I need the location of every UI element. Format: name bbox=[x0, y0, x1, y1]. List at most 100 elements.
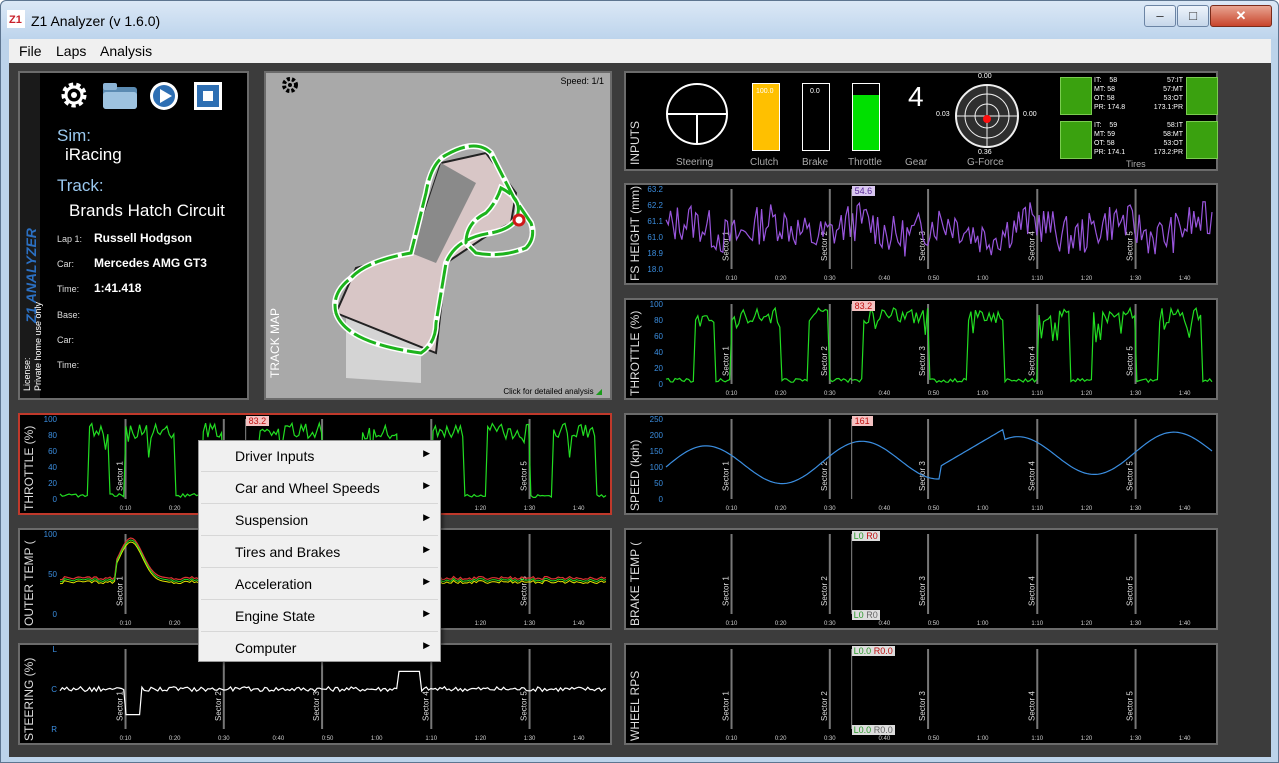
analysis-hint[interactable]: Click for detailed analysis ◢ bbox=[503, 387, 602, 396]
session-info-panel: Z1 ANALYZER License:Private home use onl… bbox=[18, 71, 249, 400]
minimize-button[interactable]: – bbox=[1144, 5, 1176, 27]
y-tick-label: 20 bbox=[48, 479, 57, 488]
car-position-marker bbox=[512, 213, 526, 227]
left-right-badge-bottom: L0.0 R0.0 bbox=[851, 725, 895, 735]
x-tick-label: 1:20 bbox=[1081, 736, 1093, 742]
x-tick-label: 0:30 bbox=[824, 621, 836, 627]
menu-computer[interactable]: Computer ▶ bbox=[201, 633, 438, 663]
track-settings-gear-icon[interactable] bbox=[280, 75, 300, 95]
steering-wheel-icon bbox=[666, 83, 728, 145]
chart-plot[interactable]: 100 80 60 40 20 0 Sector 1 Sector 2 Sector 3 Sect… bbox=[626, 300, 1216, 398]
sector-label: Sector 5 bbox=[520, 461, 529, 491]
track-map-panel[interactable]: TRACK MAP Speed: 1/1 Click for detailed … bbox=[264, 71, 612, 400]
x-tick-label: 1:40 bbox=[573, 506, 585, 512]
x-tick-label: 1:20 bbox=[475, 621, 487, 627]
tire-rl-data: IT: 59 MT: 59 OT: 58 PR: 174.1 bbox=[1094, 122, 1126, 156]
y-tick-label: 50 bbox=[48, 570, 57, 579]
folder-open-icon[interactable] bbox=[102, 82, 138, 110]
chart-plot[interactable]: 63.262.261.161.018.918.0Sector 1 Sector 2… bbox=[626, 185, 1216, 283]
sector-label: Sector 1 bbox=[116, 691, 125, 721]
track-label: Track: bbox=[57, 176, 104, 195]
x-tick-label: 0:40 bbox=[879, 276, 891, 282]
close-button[interactable]: ✕ bbox=[1210, 5, 1272, 27]
cursor-value-badge: 161 bbox=[851, 416, 873, 426]
driver-name: Russell Hodgson bbox=[94, 231, 193, 245]
x-tick-label: 0:20 bbox=[775, 276, 787, 282]
x-tick-label: 0:30 bbox=[824, 391, 836, 397]
settings-gear-icon[interactable] bbox=[57, 78, 91, 112]
chart-plot[interactable]: 250200150100500Sector 1 Sector 2 Sector 3S… bbox=[626, 415, 1216, 513]
y-tick-label: 60 bbox=[48, 447, 57, 456]
cursor-value-badge: 83.2 bbox=[851, 301, 876, 311]
throttle-chart-right[interactable]: THROTTLE (%) 100 80 60 40 20 0 Sector 1 Sector 2… bbox=[624, 298, 1218, 400]
x-tick-label: 0:50 bbox=[928, 506, 940, 512]
x-tick-label: 1:30 bbox=[524, 621, 536, 627]
menu-acceleration[interactable]: Acceleration ▶ bbox=[201, 569, 438, 600]
time-label: Time: bbox=[57, 284, 80, 294]
x-tick-label: 0:50 bbox=[928, 736, 940, 742]
x-tick-label: 1:30 bbox=[1130, 506, 1142, 512]
y-tick-label: 200 bbox=[650, 431, 664, 440]
y-tick-label: 100 bbox=[650, 463, 664, 472]
sector-label: Sector 2 bbox=[214, 691, 223, 721]
x-tick-label: 0:10 bbox=[726, 506, 738, 512]
maximize-button[interactable]: □ bbox=[1177, 5, 1209, 27]
gear-label: Gear bbox=[905, 157, 928, 168]
menu-analysis[interactable]: Analysis bbox=[100, 43, 152, 59]
tire-fl-data: IT: 58 MT: 58 OT: 58 PR: 174.8 bbox=[1094, 77, 1126, 111]
menu-engine-state[interactable]: Engine State ▶ bbox=[201, 601, 438, 632]
x-tick-label: 0:10 bbox=[120, 506, 132, 512]
speed-chart[interactable]: SPEED (kph) 250 200 150 100 50 0 Sector 1 Sector… bbox=[624, 413, 1218, 515]
lap-time: 1:41.418 bbox=[94, 281, 142, 295]
y-tick-label: 40 bbox=[654, 348, 663, 357]
window-title: Z1 Analyzer (v 1.6.0) bbox=[31, 13, 161, 29]
chart-plot[interactable]: Sector 1 Sector 2 Sector 3 Sector 4 Sector 5… bbox=[626, 645, 1216, 743]
x-tick-label: 1:10 bbox=[1031, 276, 1043, 282]
brake-temp-chart[interactable]: BRAKE TEMP (Sector 1 Sector 2 Sector 3 Sect… bbox=[624, 528, 1218, 630]
menu-laps[interactable]: Laps bbox=[56, 43, 86, 59]
x-tick-label: 1:10 bbox=[1031, 621, 1043, 627]
sector-label: Sector 4 bbox=[1027, 231, 1036, 261]
tires-label: Tires bbox=[1126, 159, 1146, 169]
stop-icon[interactable] bbox=[192, 80, 224, 112]
y-tick-label: 60 bbox=[654, 332, 663, 341]
clutch-value: 100.0 bbox=[756, 88, 774, 95]
wheel-rps-chart[interactable]: WHEEL RPS Sector 1 Sector 2 Sector 3 Sector … bbox=[624, 643, 1218, 745]
sector-label: Sector 3 bbox=[918, 346, 927, 376]
sector-label: Sector 2 bbox=[820, 346, 829, 376]
x-tick-label: 1:40 bbox=[1179, 621, 1191, 627]
sector-label: Sector 1 bbox=[116, 576, 125, 606]
brake-label: Brake bbox=[802, 157, 829, 168]
menu-tires-and-brakes[interactable]: Tires and Brakes ▶ bbox=[201, 537, 438, 568]
menu-driver-inputs[interactable]: Driver Inputs ▶ bbox=[201, 441, 438, 472]
y-tick-label: 18.0 bbox=[647, 265, 663, 274]
x-tick-label: 0:50 bbox=[928, 621, 940, 627]
gear-value: 4 bbox=[908, 81, 924, 112]
title-bar[interactable]: Z1 Z1 Analyzer (v 1.6.0) – □ ✕ bbox=[1, 1, 1278, 39]
x-tick-label: 0:20 bbox=[169, 736, 181, 742]
track-map-drawing[interactable] bbox=[326, 143, 556, 388]
x-tick-label: 0:40 bbox=[879, 391, 891, 397]
base-label: Base: bbox=[57, 310, 81, 320]
menu-file[interactable]: File bbox=[19, 43, 42, 59]
sector-label: Sector 5 bbox=[520, 691, 529, 721]
y-tick-label: 18.9 bbox=[647, 249, 663, 258]
chart-plot[interactable]: Sector 1 Sector 2 Sector 3 Sector 4 Sector 5… bbox=[626, 530, 1216, 628]
g-force-label: G-Force bbox=[967, 157, 1004, 168]
x-tick-label: 1:40 bbox=[573, 736, 585, 742]
x-tick-label: 0:10 bbox=[726, 276, 738, 282]
x-tick-label: 1:30 bbox=[524, 506, 536, 512]
menu-suspension[interactable]: Suspension ▶ bbox=[201, 505, 438, 536]
sector-label: Sector 5 bbox=[1126, 231, 1135, 261]
play-icon[interactable] bbox=[148, 80, 180, 112]
x-tick-label: 0:30 bbox=[824, 506, 836, 512]
fs-height-chart[interactable]: FS HEIGHT (mm) 63.2 62.2 61.1 61.0 18.9 18.0 Se… bbox=[624, 183, 1218, 285]
x-tick-label: 0:30 bbox=[824, 736, 836, 742]
menu-car-and-wheel-speeds[interactable]: Car and Wheel Speeds ▶ bbox=[201, 473, 438, 504]
playback-speed: Speed: 1/1 bbox=[560, 76, 604, 86]
inputs-label: INPUTS bbox=[628, 120, 642, 165]
x-tick-label: 1:40 bbox=[1179, 506, 1191, 512]
x-tick-label: 0:20 bbox=[775, 736, 787, 742]
app-icon: Z1 bbox=[7, 10, 25, 28]
y-tick-label: 150 bbox=[650, 447, 664, 456]
